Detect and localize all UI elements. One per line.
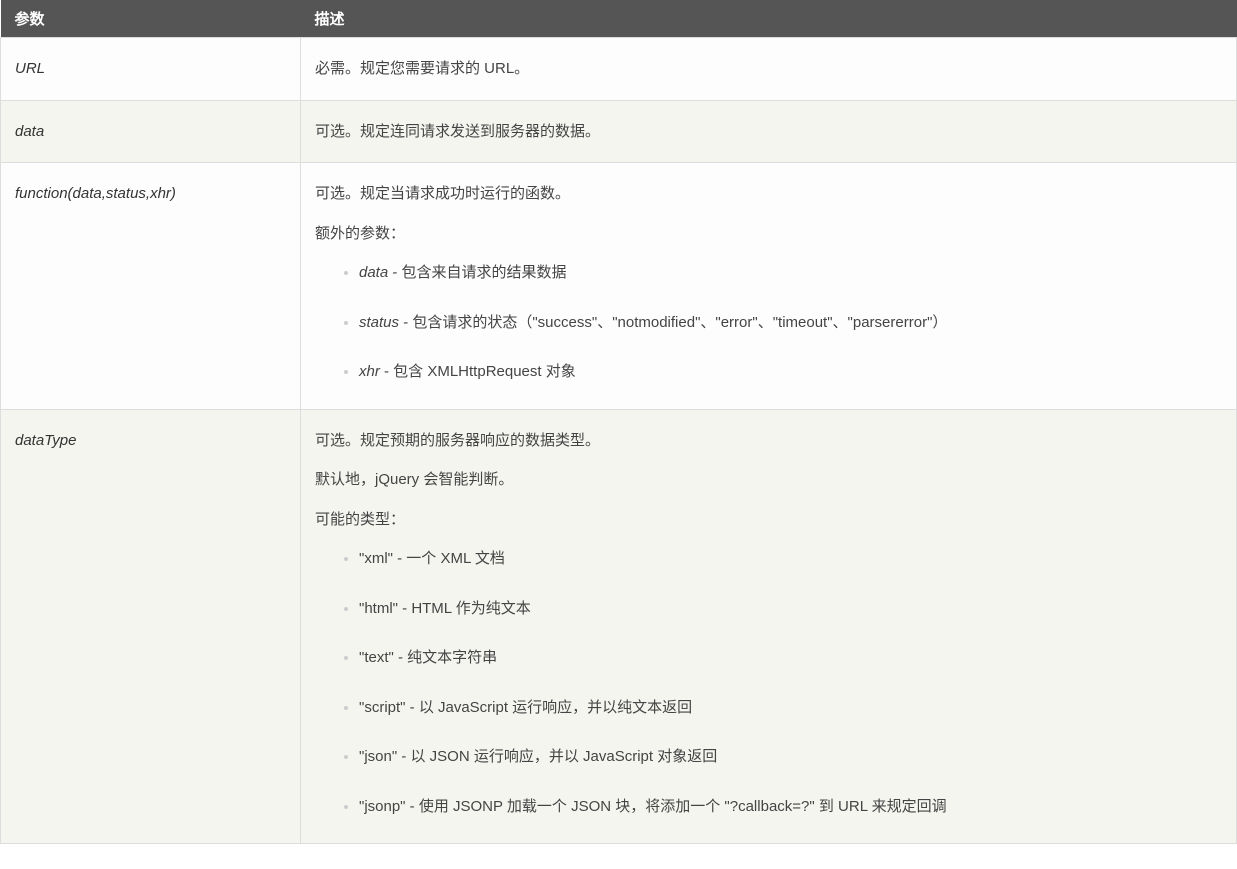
table-row: URL 必需。规定您需要请求的 URL。: [1, 38, 1237, 101]
desc-line: 必需。规定您需要请求的 URL。: [315, 56, 1222, 82]
desc-line: 额外的参数：: [315, 221, 1222, 247]
desc-line: 可选。规定连同请求发送到服务器的数据。: [315, 119, 1222, 145]
table-header-row: 参数 描述: [1, 0, 1237, 38]
list-item: "jsonp" - 使用 JSONP 加载一个 JSON 块，将添加一个 "?c…: [359, 794, 1222, 820]
table-row: data 可选。规定连同请求发送到服务器的数据。: [1, 100, 1237, 163]
list-item: status - 包含请求的状态（"success"、"notmodified"…: [359, 310, 1222, 336]
table-row: dataType可选。规定预期的服务器响应的数据类型。默认地，jQuery 会智…: [1, 409, 1237, 844]
params-table: 参数 描述 URL 必需。规定您需要请求的 URL。 data 可选。规定连同请求发送…: [0, 0, 1237, 844]
list-item: "script" - 以 JavaScript 运行响应，并以纯文本返回: [359, 695, 1222, 721]
desc-line: 可选。规定当请求成功时运行的函数。: [315, 181, 1222, 207]
list-item: "html" - HTML 作为纯文本: [359, 596, 1222, 622]
header-param: 参数: [1, 0, 301, 38]
desc-list: data - 包含来自请求的结果数据 status - 包含请求的状态（"succ…: [315, 260, 1222, 385]
desc-line: 可能的类型：: [315, 507, 1222, 533]
list-item: data - 包含来自请求的结果数据: [359, 260, 1222, 286]
param-cell: function(data,status,xhr): [1, 163, 301, 410]
list-item: xhr - 包含 XMLHttpRequest 对象: [359, 359, 1222, 385]
param-cell: URL: [1, 38, 301, 101]
desc-line: 可选。规定预期的服务器响应的数据类型。: [315, 428, 1222, 454]
list-item: "xml" - 一个 XML 文档: [359, 546, 1222, 572]
param-cell: dataType: [1, 409, 301, 844]
desc-line: 默认地，jQuery 会智能判断。: [315, 467, 1222, 493]
param-cell: data: [1, 100, 301, 163]
header-desc: 描述: [301, 0, 1237, 38]
desc-cell: 可选。规定连同请求发送到服务器的数据。: [301, 100, 1237, 163]
list-item: "text" - 纯文本字符串: [359, 645, 1222, 671]
desc-cell: 可选。规定预期的服务器响应的数据类型。默认地，jQuery 会智能判断。可能的类…: [301, 409, 1237, 844]
list-item: "json" - 以 JSON 运行响应，并以 JavaScript 对象返回: [359, 744, 1222, 770]
desc-cell: 必需。规定您需要请求的 URL。: [301, 38, 1237, 101]
desc-cell: 可选。规定当请求成功时运行的函数。额外的参数： data - 包含来自请求的结果数…: [301, 163, 1237, 410]
desc-list: "xml" - 一个 XML 文档 "html" - HTML 作为纯文本 "tex…: [315, 546, 1222, 819]
table-row: function(data,status,xhr)可选。规定当请求成功时运行的函…: [1, 163, 1237, 410]
